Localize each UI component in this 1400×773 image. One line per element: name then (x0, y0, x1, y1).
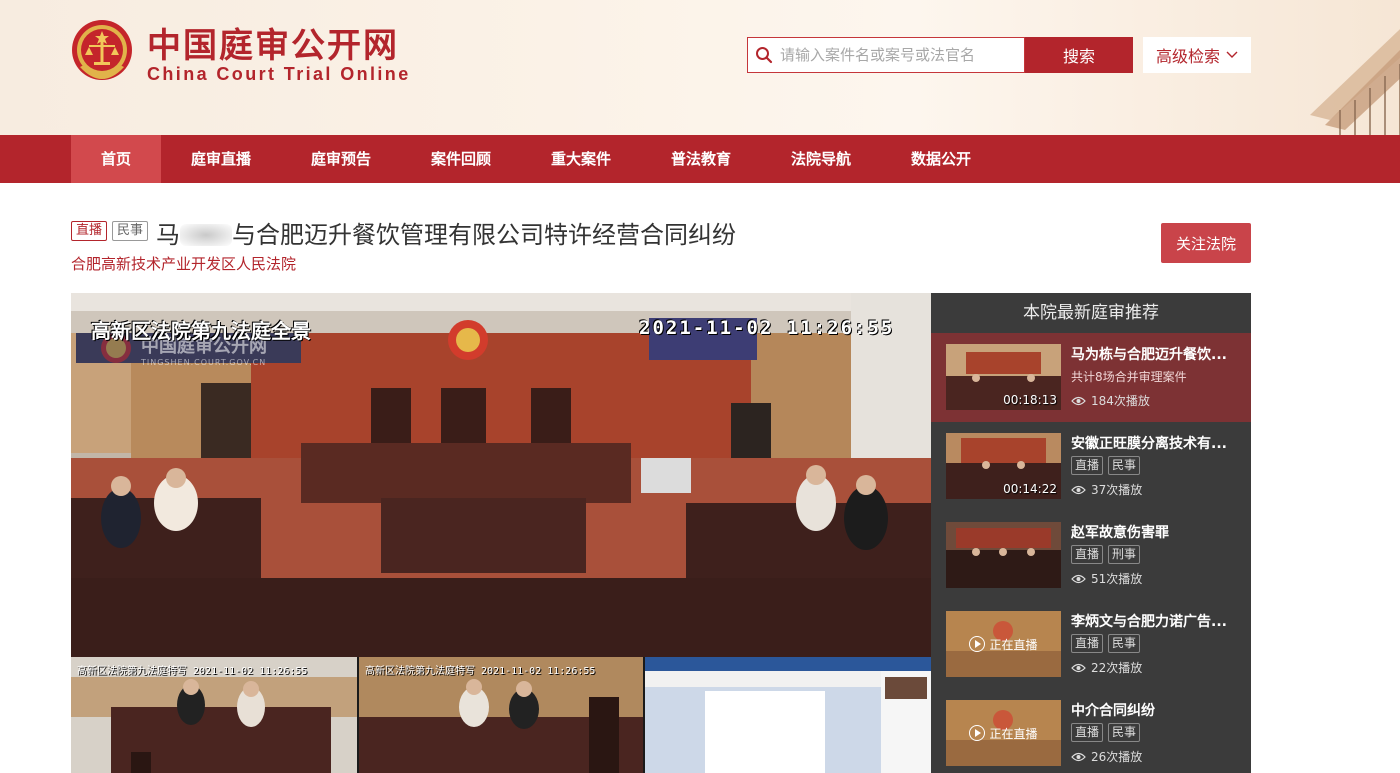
recommend-title[interactable]: 安徽正旺膜分离技术有... (1071, 433, 1241, 453)
live-tag: 直播 (1071, 456, 1104, 475)
advanced-search-button[interactable]: 高级检索 (1143, 37, 1251, 73)
recommend-item[interactable]: 正在直播 李炳文与合肥力诺广告... 直播 民事 22次播放 (931, 600, 1251, 689)
recommend-item[interactable]: 00:18:13 马为栋与合肥迈升餐饮... 共计8场合并审理案件 184次播放 (931, 333, 1251, 422)
recommend-title[interactable]: 马为栋与合肥迈升餐饮... (1071, 344, 1241, 364)
view-count: 51次播放 (1071, 570, 1142, 587)
live-tag: 直播 (1071, 723, 1104, 742)
watermark-en: TINGSHEN.COURT.GOV.CN (141, 357, 267, 367)
recommend-thumbnail[interactable]: 00:14:22 (946, 433, 1061, 499)
recommend-title[interactable]: 李炳文与合肥力诺广告... (1071, 611, 1241, 631)
follow-court-button[interactable]: 关注法院 (1161, 223, 1251, 263)
nav-item-live[interactable]: 庭审直播 (161, 135, 281, 183)
search-button[interactable]: 搜索 (1025, 37, 1133, 73)
video-duration: 00:14:22 (1003, 482, 1057, 496)
view-count-text: 26次播放 (1091, 750, 1143, 764)
video-overlay-title: 高新区法院第九法庭全景 (91, 319, 311, 343)
case-title: 马 与合肥迈升餐饮管理有限公司特许经营合同纠纷 (156, 215, 736, 250)
case-type-tag: 刑事 (1108, 545, 1141, 564)
recommend-tags: 直播 民事 (1071, 723, 1141, 742)
nav-item-home[interactable]: 首页 (71, 135, 161, 183)
case-title-rest: 与合肥迈升餐饮管理有限公司特许经营合同纠纷 (232, 221, 736, 249)
view-count-text: 37次播放 (1091, 483, 1143, 497)
recommend-tags: 直播 刑事 (1071, 545, 1141, 564)
live-now-badge: 正在直播 (946, 700, 1061, 766)
recommend-title[interactable]: 赵军故意伤害罪 (1071, 522, 1241, 542)
nav-item-legal-education[interactable]: 普法教育 (641, 135, 761, 183)
view-count-text: 51次播放 (1091, 572, 1143, 586)
recommend-thumbnail[interactable]: 正在直播 (946, 611, 1061, 677)
redacted-name (180, 224, 232, 246)
case-type-tag: 民事 (1108, 634, 1141, 653)
sidebar-title: 本院最新庭审推荐 (1023, 303, 1159, 323)
live-tag: 直播 (71, 221, 108, 241)
main-nav: 首页 庭审直播 庭审预告 案件回顾 重大案件 普法教育 法院导航 数据公开 (0, 135, 1400, 183)
view-count-text: 22次播放 (1091, 661, 1143, 675)
closeup-2-label: 高新区法院第九法庭特写 2021-11-02 11:26:55 (365, 666, 596, 677)
document-share-view (645, 657, 931, 773)
play-icon (969, 636, 986, 652)
video-overlay-time: 2021-11-02 11:26:55 (639, 317, 895, 339)
view-count: 26次播放 (1071, 748, 1142, 765)
court-emblem-icon[interactable] (70, 17, 134, 89)
eye-icon (1071, 396, 1086, 405)
case-title-prefix: 马 (156, 221, 180, 249)
recommend-item[interactable]: 00:14:22 安徽正旺膜分离技术有... 直播 民事 37次播放 (931, 422, 1251, 511)
court-name[interactable]: 合肥高新技术产业开发区人民法院 (71, 253, 296, 274)
document-screen (645, 657, 931, 773)
case-type-tag: 民事 (1108, 723, 1141, 742)
search-box (747, 37, 1025, 73)
video-player[interactable]: 中国庭审公开网 TINGSHEN.COURT.GOV.CN 高新区法院第九法庭全… (71, 293, 931, 773)
video-duration: 00:18:13 (1003, 393, 1057, 407)
eye-icon (1071, 485, 1086, 494)
closeup-view-2: 高新区法院第九法庭特写 2021-11-02 11:26:55 (359, 657, 643, 773)
advanced-search-label: 高级检索 (1155, 47, 1220, 66)
eye-icon (1071, 752, 1086, 761)
building-roof-decoration (1310, 29, 1400, 135)
nav-item-preview[interactable]: 庭审预告 (281, 135, 401, 183)
live-now-label: 正在直播 (989, 637, 1038, 652)
view-count-text: 184次播放 (1091, 394, 1150, 408)
play-icon (969, 725, 986, 741)
live-now-label: 正在直播 (989, 726, 1038, 741)
site-name-en[interactable]: China Court Trial Online (147, 64, 411, 85)
case-type-tag: 民事 (112, 221, 149, 241)
nav-item-court-navigation[interactable]: 法院导航 (761, 135, 881, 183)
live-tag: 直播 (1071, 634, 1104, 653)
view-count: 37次播放 (1071, 481, 1142, 498)
view-count: 22次播放 (1071, 659, 1142, 676)
recommend-tags: 直播 民事 (1071, 456, 1141, 475)
recommend-thumbnail[interactable] (946, 522, 1061, 588)
eye-icon (1071, 663, 1086, 672)
recommend-thumbnail[interactable]: 正在直播 (946, 700, 1061, 766)
nav-item-review[interactable]: 案件回顾 (401, 135, 521, 183)
recommend-sidebar: 本院最新庭审推荐 00:18:13 马为栋与合肥迈升餐饮... 共计8场合并审理… (931, 293, 1251, 773)
view-count: 184次播放 (1071, 392, 1150, 409)
live-tag: 直播 (1071, 545, 1104, 564)
search-icon (748, 38, 780, 72)
recommend-title[interactable]: 中介合同纠纷 (1071, 700, 1241, 720)
closeup-view-1: 高新区法院第九法庭特写 2021-11-02 11:26:55 (71, 657, 357, 773)
closeup-1-label: 高新区法院第九法庭特写 2021-11-02 11:26:55 (77, 666, 308, 677)
nav-item-major-cases[interactable]: 重大案件 (521, 135, 641, 183)
recommend-subtitle: 共计8场合并审理案件 (1071, 370, 1187, 384)
search-input[interactable] (780, 40, 1020, 70)
case-type-tag: 民事 (1108, 456, 1141, 475)
recommend-item[interactable]: 正在直播 中介合同纠纷 直播 民事 26次播放 (931, 689, 1251, 773)
site-name-cn[interactable]: 中国庭审公开网 (147, 18, 399, 67)
recommend-tags: 直播 民事 (1071, 634, 1141, 653)
nav-item-open-data[interactable]: 数据公开 (881, 135, 1001, 183)
site-header: 中国庭审公开网 China Court Trial Online 搜索 高级检索 (0, 0, 1400, 135)
recommend-item[interactable]: 赵军故意伤害罪 直播 刑事 51次播放 (931, 511, 1251, 600)
recommend-thumbnail[interactable]: 00:18:13 (946, 344, 1061, 410)
live-now-badge: 正在直播 (946, 611, 1061, 677)
chevron-down-icon (1226, 51, 1238, 58)
eye-icon (1071, 574, 1086, 583)
